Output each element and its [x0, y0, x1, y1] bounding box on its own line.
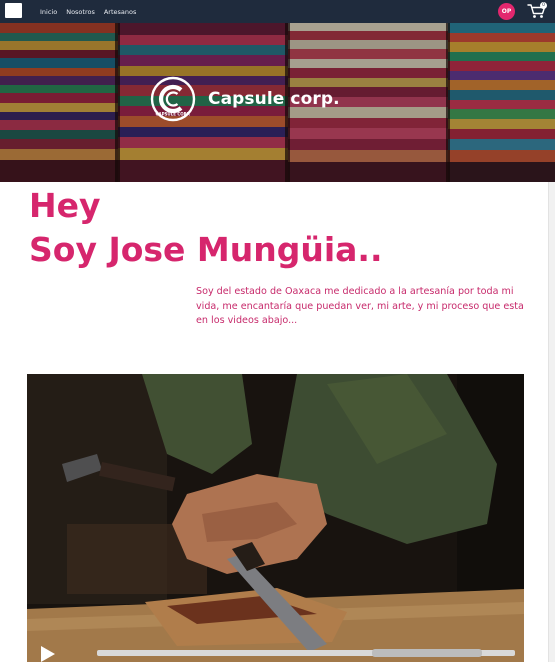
intro-paragraph: Soy del estado de Oaxaca me dedicado a l…	[196, 286, 524, 327]
cart-count-badge: 0	[540, 2, 547, 9]
video-frame-image	[27, 374, 524, 662]
nav-links: Inicio Nosotros Artesanos	[40, 0, 136, 23]
top-navbar: Inicio Nosotros Artesanos OP 0	[0, 0, 555, 23]
site-logo[interactable]	[5, 3, 22, 18]
nav-link-artesanos[interactable]: Artesanos	[104, 8, 137, 16]
svg-text:CAPSULE CORP.: CAPSULE CORP.	[156, 112, 191, 117]
hero-brand: CAPSULE CORP. Capsule corp.	[150, 76, 340, 122]
greeting-heading: Hey	[29, 186, 101, 225]
scrollbar[interactable]	[548, 182, 555, 662]
video-player[interactable]	[27, 374, 524, 662]
name-heading: Soy Jose Mungüia..	[29, 230, 383, 269]
user-avatar[interactable]: OP	[498, 3, 515, 20]
play-icon[interactable]	[41, 646, 55, 662]
capsule-logo-icon: CAPSULE CORP.	[150, 76, 196, 122]
nav-link-nosotros[interactable]: Nosotros	[66, 8, 95, 16]
video-volume-bar[interactable]	[372, 649, 482, 657]
brand-name: Capsule corp.	[208, 89, 340, 109]
nav-link-inicio[interactable]: Inicio	[40, 8, 57, 16]
hero-banner: CAPSULE CORP. Capsule corp.	[0, 23, 555, 182]
